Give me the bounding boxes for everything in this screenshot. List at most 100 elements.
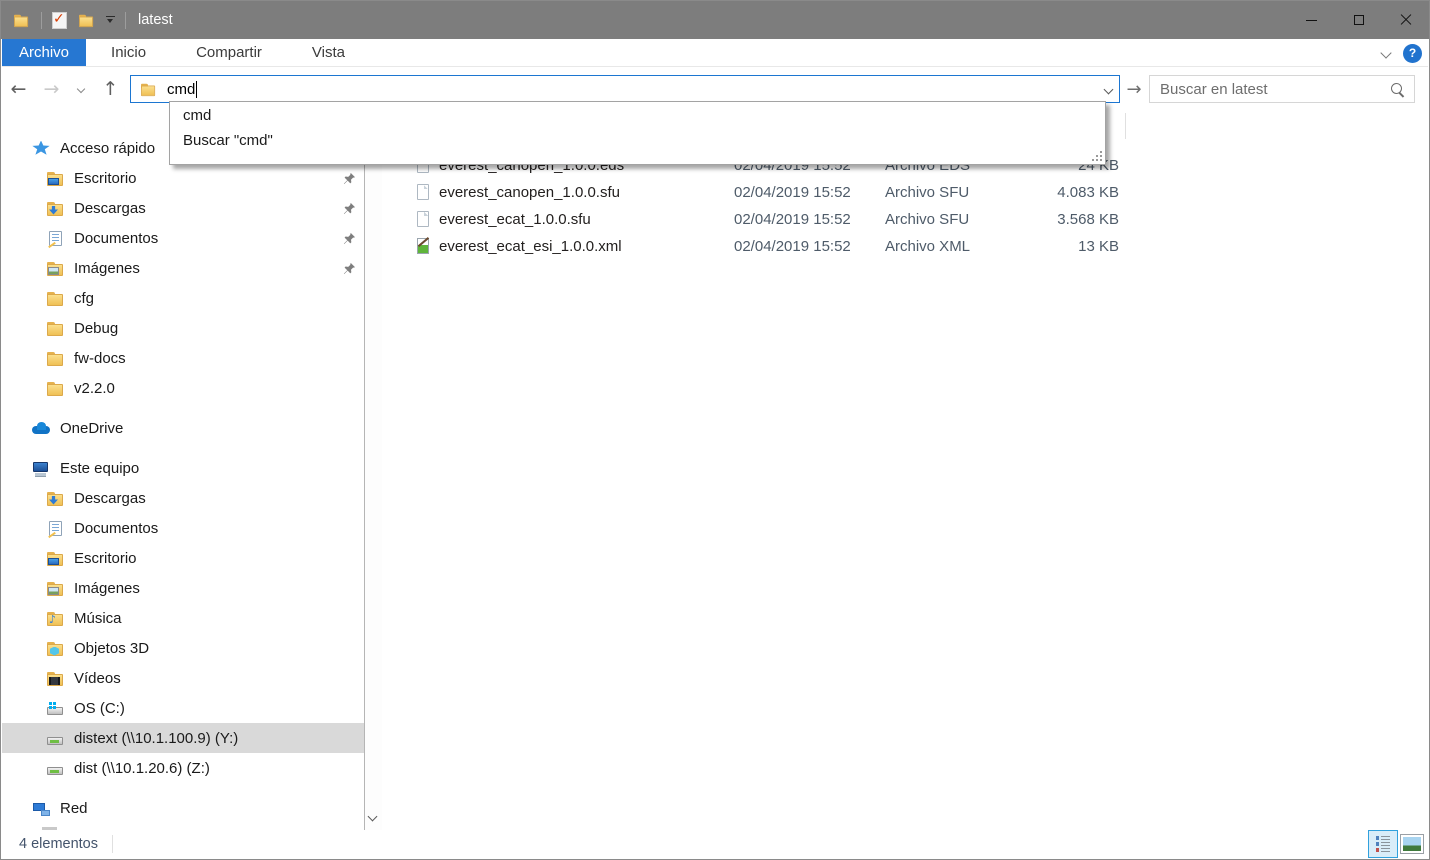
sidebar-item-v-deos[interactable]: Vídeos — [2, 663, 364, 693]
recent-locations-chevron-icon[interactable] — [68, 86, 94, 92]
drive-network-icon — [46, 760, 65, 777]
sidebar-item-cfg[interactable]: cfg — [2, 283, 364, 313]
xml-file-icon — [414, 238, 433, 255]
address-autocomplete-dropdown: cmd Buscar "cmd" — [169, 101, 1106, 165]
address-input-text[interactable]: cmd — [167, 81, 195, 98]
file-date: 02/04/2019 15:52 — [734, 184, 885, 201]
sidebar-item-documentos[interactable]: Documentos — [2, 513, 364, 543]
sidebar-item-fw-docs[interactable]: fw-docs — [2, 343, 364, 373]
pin-icon — [343, 262, 356, 275]
file-row-everest-ecat-esi-1-0-0-xml[interactable]: everest_ecat_esi_1.0.0.xml 02/04/2019 15… — [382, 233, 1428, 260]
file-row-everest-canopen-1-0-0-sfu[interactable]: everest_canopen_1.0.0.sfu 02/04/2019 15:… — [382, 179, 1428, 206]
status-separator — [112, 835, 113, 853]
autocomplete-item-cmd[interactable]: cmd — [170, 105, 1105, 127]
file-row-everest-ecat-1-0-0-sfu[interactable]: everest_ecat_1.0.0.sfu 02/04/2019 15:52 … — [382, 206, 1428, 233]
resize-grip-icon[interactable] — [1091, 150, 1103, 162]
properties-check-icon[interactable] — [52, 12, 67, 29]
star-icon — [32, 140, 51, 157]
close-icon — [1400, 14, 1412, 26]
sidebar-item-objetos-3d[interactable]: Objetos 3D — [2, 633, 364, 663]
onedrive-icon — [32, 420, 51, 437]
window-controls — [1288, 1, 1429, 39]
sidebar-item-debug[interactable]: Debug — [2, 313, 364, 343]
help-icon[interactable]: ? — [1403, 44, 1422, 63]
up-button[interactable]: ↑ — [94, 78, 127, 100]
sidebar-item-este-equipo[interactable]: Este equipo — [2, 453, 364, 483]
new-folder-icon[interactable] — [78, 13, 95, 28]
page-file-icon — [414, 184, 433, 201]
sidebar-item-m-sica[interactable]: Música — [2, 603, 364, 633]
file-size: 13 KB — [1033, 238, 1119, 255]
close-button[interactable] — [1382, 1, 1429, 39]
file-pane: everest_canopen_1.0.0.eds 02/04/2019 15:… — [382, 111, 1428, 830]
documents-icon — [46, 230, 65, 247]
drive-os-icon — [46, 700, 65, 717]
sidebar-item-escritorio[interactable]: Escritorio — [2, 543, 364, 573]
sidebar-item-im-genes[interactable]: Imágenes — [2, 573, 364, 603]
app-folder-icon — [13, 13, 30, 28]
sidebar-item-distext-10-1-100-9-y[interactable]: distext (\\10.1.100.9) (Y:) — [2, 723, 364, 753]
scroll-down-icon[interactable] — [368, 812, 378, 822]
search-input[interactable] — [1150, 76, 1414, 102]
computer-icon — [32, 460, 51, 477]
explorer-window: latest Archivo Inicio Compartir Vista ? … — [0, 0, 1430, 860]
sidebar-item-im-genes[interactable]: Imágenes — [2, 253, 364, 283]
window-title: latest — [138, 12, 173, 28]
sidebar-nav: Acceso rápido Escritorio Descargas Docum… — [2, 111, 364, 830]
sidebar-item-documentos[interactable]: Documentos — [2, 223, 364, 253]
page-file-icon — [414, 211, 433, 228]
folder-icon — [46, 320, 65, 337]
quick-access-toolbar — [1, 12, 126, 29]
minimize-button[interactable] — [1288, 1, 1335, 39]
back-button[interactable]: ← — [2, 78, 35, 100]
tab-vista[interactable]: Vista — [287, 39, 370, 66]
folder-3d-icon — [46, 640, 65, 657]
folder-icon — [46, 350, 65, 367]
file-date: 02/04/2019 15:52 — [734, 238, 885, 255]
folder-pictures-icon — [46, 260, 65, 277]
sidebar-item-dist-10-1-20-6-z[interactable]: dist (\\10.1.20.6) (Z:) — [2, 753, 364, 783]
pin-icon — [343, 202, 356, 215]
sidebar-item-escritorio[interactable]: Escritorio — [2, 163, 364, 193]
customize-toolbar-caret-icon[interactable] — [106, 16, 115, 25]
minimize-icon — [1306, 20, 1317, 21]
maximize-button[interactable] — [1335, 1, 1382, 39]
network-icon — [32, 800, 51, 817]
go-to-button[interactable]: → — [1122, 75, 1146, 103]
titlebar: latest — [1, 1, 1429, 39]
tab-compartir[interactable]: Compartir — [171, 39, 287, 66]
sidebar-scrollbar[interactable] — [364, 111, 382, 830]
autocomplete-item-buscar-cmd[interactable]: Buscar "cmd" — [170, 130, 1105, 152]
folder-downloads-icon — [46, 490, 65, 507]
maximize-icon — [1354, 15, 1364, 25]
forward-button[interactable]: → — [35, 78, 68, 100]
tab-inicio[interactable]: Inicio — [86, 39, 171, 66]
tab-archivo[interactable]: Archivo — [2, 39, 86, 66]
toolbar-separator — [41, 12, 42, 29]
sidebar-item-descargas[interactable]: Descargas — [2, 483, 364, 513]
sidebar-item-red[interactable]: Red — [2, 793, 364, 823]
file-name: everest_ecat_1.0.0.sfu — [439, 211, 591, 228]
details-view-button[interactable] — [1368, 830, 1398, 858]
address-bar[interactable]: cmd — [130, 75, 1120, 103]
file-size: 3.568 KB — [1033, 211, 1119, 228]
sidebar-item-onedrive[interactable]: OneDrive — [2, 413, 364, 443]
file-type: Archivo XML — [885, 238, 1033, 255]
search-box[interactable] — [1149, 75, 1415, 103]
folder-downloads-icon — [46, 200, 65, 217]
file-date: 02/04/2019 15:52 — [734, 211, 885, 228]
folder-music-icon — [46, 610, 65, 627]
folder-icon — [46, 380, 65, 397]
address-dropdown-chevron-icon[interactable] — [1104, 85, 1114, 95]
pin-icon — [343, 232, 356, 245]
large-icons-view-button[interactable] — [1400, 834, 1424, 854]
expand-ribbon-chevron-icon[interactable] — [1380, 47, 1391, 58]
folder-videos-icon — [46, 670, 65, 687]
folder-icon — [46, 290, 65, 307]
items-count-label: 4 elementos — [19, 836, 98, 852]
folder-desktop-icon — [46, 550, 65, 567]
sidebar-item-os-c[interactable]: OS (C:) — [2, 693, 364, 723]
sidebar-item-descargas[interactable]: Descargas — [2, 193, 364, 223]
sidebar-item-v2-2-0[interactable]: v2.2.0 — [2, 373, 364, 403]
toolbar-separator — [125, 12, 126, 29]
